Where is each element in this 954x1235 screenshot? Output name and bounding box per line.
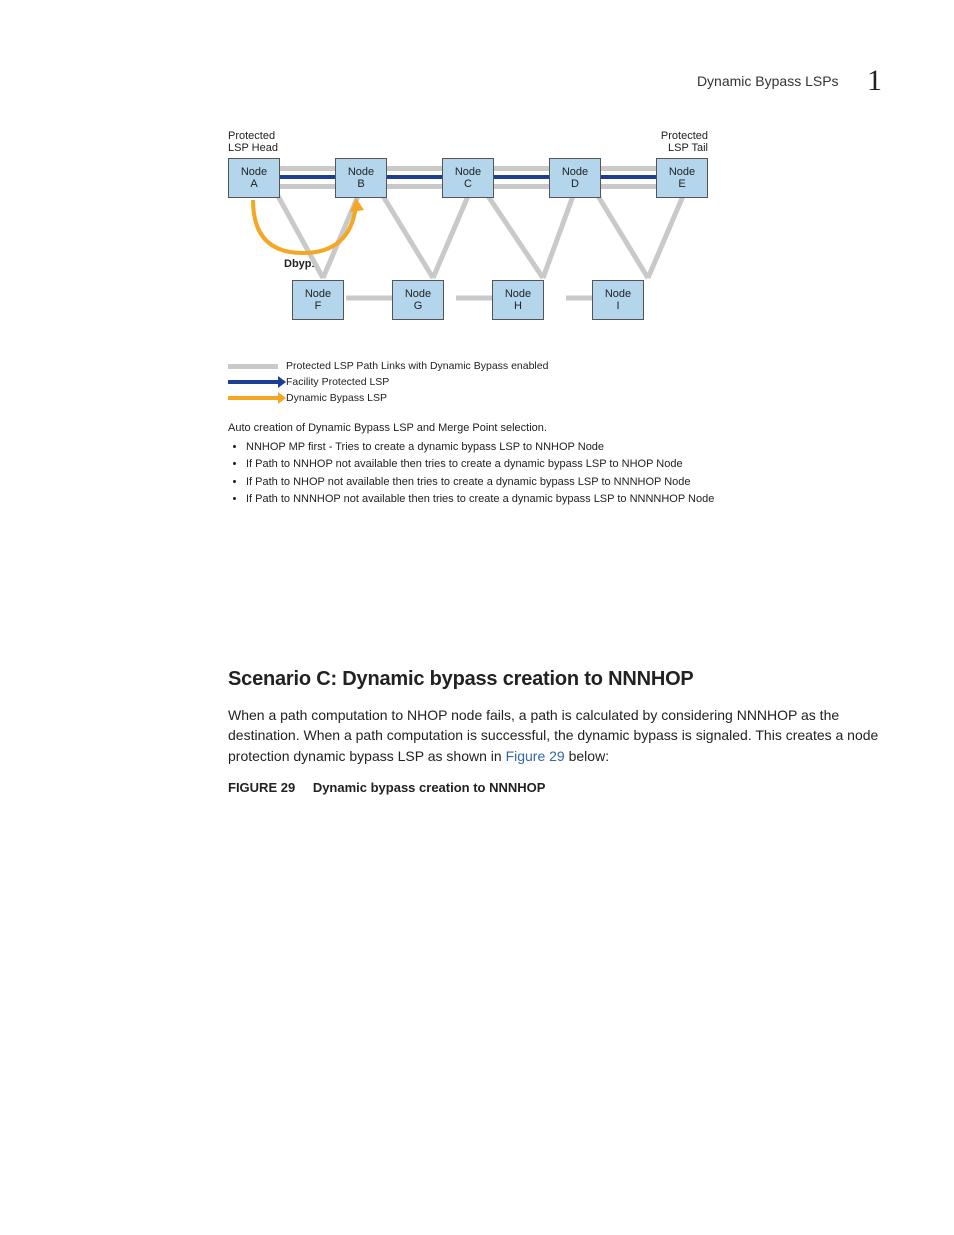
note-bullet: NNHOP MP first - Tries to create a dynam… — [246, 439, 888, 456]
node-d: Node D — [549, 158, 601, 198]
diagram-notes: Auto creation of Dynamic Bypass LSP and … — [228, 420, 888, 508]
section-body: When a path computation to NHOP node fai… — [228, 705, 888, 766]
figure-label: FIGURE 29 — [228, 780, 295, 795]
legend-text: Facility Protected LSP — [286, 376, 389, 388]
page-header: Dynamic Bypass LSPs 1 — [697, 64, 882, 98]
diagram-legend: Protected LSP Path Links with Dynamic By… — [228, 360, 888, 404]
chapter-number: 1 — [867, 64, 882, 98]
note-bullet: If Path to NHOP not available then tries… — [246, 474, 888, 491]
figure-reference-link[interactable]: Figure 29 — [506, 748, 565, 764]
legend-text: Protected LSP Path Links with Dynamic By… — [286, 360, 548, 372]
node-h: Node H — [492, 280, 544, 320]
node-b: Node B — [335, 158, 387, 198]
node-row-bottom: Node F Node G Node H Node I — [228, 280, 708, 320]
legend-item: Protected LSP Path Links with Dynamic By… — [228, 360, 888, 372]
header-title: Dynamic Bypass LSPs — [697, 73, 839, 89]
node-f: Node F — [292, 280, 344, 320]
network-diagram: Protected LSP Head Protected LSP Tail No… — [228, 130, 708, 320]
figure-title: Dynamic bypass creation to NNNHOP — [313, 780, 546, 795]
node-e: Node E — [656, 158, 708, 198]
legend-swatch-blue — [228, 380, 278, 384]
node-c: Node C — [442, 158, 494, 198]
node-row-top: Node A Node B Node C Node D Node E — [228, 158, 708, 198]
figure-caption: FIGURE 29 Dynamic bypass creation to NNN… — [228, 780, 888, 795]
legend-swatch-gray — [228, 364, 278, 369]
section-heading: Scenario C: Dynamic bypass creation to N… — [228, 668, 888, 691]
label-protected-tail: Protected LSP Tail — [661, 130, 708, 154]
label-protected-head: Protected LSP Head — [228, 130, 278, 154]
dbyp-label: Dbyp1 — [284, 258, 318, 270]
figure-diagram-block: Protected LSP Head Protected LSP Tail No… — [228, 130, 888, 509]
note-bullet: If Path to NNHOP not available then trie… — [246, 456, 888, 473]
note-bullet: If Path to NNNHOP not available then tri… — [246, 491, 888, 508]
legend-item: Dynamic Bypass LSP — [228, 392, 888, 404]
notes-intro: Auto creation of Dynamic Bypass LSP and … — [228, 420, 888, 437]
node-g: Node G — [392, 280, 444, 320]
node-a: Node A — [228, 158, 280, 198]
legend-swatch-orange — [228, 396, 278, 400]
body-text-after: below: — [565, 748, 609, 764]
node-i: Node I — [592, 280, 644, 320]
legend-text: Dynamic Bypass LSP — [286, 392, 387, 404]
legend-item: Facility Protected LSP — [228, 376, 888, 388]
